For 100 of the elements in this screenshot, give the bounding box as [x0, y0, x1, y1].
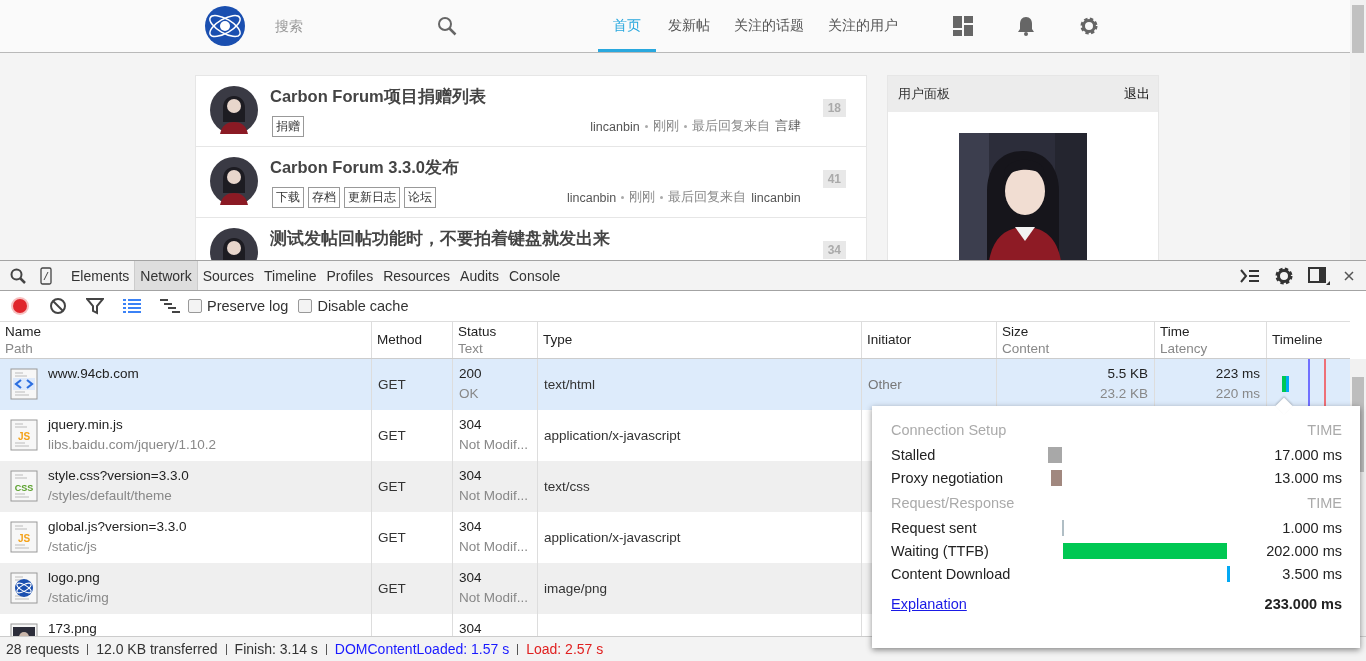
- checkbox-box[interactable]: [188, 298, 202, 313]
- bell-icon[interactable]: [1016, 16, 1036, 36]
- status-text: 12.0 KB transferred: [96, 641, 218, 658]
- panel-tab[interactable]: Resources: [378, 261, 456, 290]
- panel-title: 用户面板: [898, 85, 950, 103]
- column-header[interactable]: Type: [538, 321, 862, 358]
- status-text: 28 requests: [6, 641, 80, 658]
- initiator-cell: Other: [868, 376, 902, 392]
- status-code: 304: [459, 620, 482, 637]
- request-name: www.94cb.com: [48, 365, 139, 382]
- tag[interactable]: 更新日志: [344, 187, 400, 208]
- phase-time: 3.500 ms: [1281, 565, 1342, 582]
- status-text: Finish: 3.14 s: [234, 641, 318, 658]
- status-text: Not Modif...: [459, 436, 529, 453]
- dock-icon[interactable]: [1308, 265, 1330, 286]
- overview-icon[interactable]: [160, 298, 180, 313]
- column-header[interactable]: Method: [372, 321, 453, 358]
- column-header[interactable]: Size Content: [997, 321, 1155, 358]
- checkbox[interactable]: Preserve log: [188, 297, 289, 314]
- close-icon[interactable]: [1344, 270, 1354, 281]
- phase-time: 13.000 ms: [1273, 469, 1342, 486]
- author-link[interactable]: lincanbin: [590, 119, 640, 134]
- author-link[interactable]: lincanbin: [566, 190, 617, 205]
- phase-label: Content Download: [891, 565, 1012, 582]
- record-icon[interactable]: [10, 295, 30, 316]
- file-icon: CSS: [10, 469, 38, 502]
- filter-icon[interactable]: [86, 296, 104, 315]
- column-header[interactable]: Status Text: [453, 321, 538, 358]
- tag[interactable]: 下载: [272, 187, 304, 208]
- file-icon: JS: [10, 418, 38, 451]
- request-row[interactable]: www.94cb.com GET 200 OK text/html Other 5.5 KB 23.2 KB 223 ms 220 ms: [0, 358, 1350, 410]
- explanation-link[interactable]: Explanation: [891, 595, 1048, 612]
- request-name: 173.png: [48, 620, 97, 637]
- nav-link[interactable]: 关注的用户: [816, 0, 910, 52]
- request-name: style.css?version=3.3.0: [48, 467, 189, 484]
- dashboard-icon[interactable]: [953, 16, 973, 36]
- device-icon[interactable]: [40, 266, 52, 285]
- tag[interactable]: 存档: [308, 187, 340, 208]
- status-code: 304: [459, 416, 483, 433]
- search-icon[interactable]: [10, 267, 26, 284]
- type-cell: text/html: [544, 376, 595, 392]
- avatar[interactable]: [210, 157, 258, 205]
- panel-tab[interactable]: Audits: [455, 261, 504, 290]
- logo-icon[interactable]: [205, 6, 245, 46]
- type-cell: application/x-javascript: [544, 427, 681, 443]
- phase-label: Waiting (TTFB): [891, 542, 990, 559]
- console-drawer-icon[interactable]: [1240, 268, 1260, 283]
- topic-title[interactable]: Carbon Forum项目捐赠列表: [270, 86, 801, 106]
- last-reply-label: 最后回复来自: [668, 189, 747, 206]
- page-scrollbar[interactable]: [1350, 0, 1366, 260]
- phase-time: 17.000 ms: [1273, 446, 1342, 463]
- content-size: 23.2 KB: [1099, 385, 1148, 402]
- settings-icon[interactable]: [1079, 16, 1099, 36]
- panel-tab[interactable]: Elements: [66, 261, 135, 290]
- panel-tab[interactable]: Profiles: [321, 261, 379, 290]
- time-cell: 223 ms: [1215, 365, 1260, 382]
- panel-tab[interactable]: Timeline: [259, 261, 322, 290]
- request-name: logo.png: [48, 569, 101, 586]
- search-field[interactable]: 搜索: [275, 18, 435, 34]
- status-code: 304: [459, 467, 483, 484]
- clear-icon[interactable]: [49, 296, 67, 315]
- avatar[interactable]: [210, 86, 258, 134]
- post-time: 刚刚: [629, 189, 656, 206]
- last-reply-user[interactable]: 言肆: [774, 118, 801, 135]
- nav-link[interactable]: 关注的话题: [722, 0, 816, 52]
- panel-tab[interactable]: Console: [504, 261, 566, 290]
- panel-tab[interactable]: Network: [134, 261, 198, 290]
- type-cell: image/png: [544, 580, 608, 596]
- file-icon: JS: [10, 520, 38, 553]
- phase-time: 202.000 ms: [1265, 542, 1342, 559]
- status-code: 304: [459, 569, 483, 586]
- post-time: 刚刚: [652, 118, 679, 135]
- last-reply-user[interactable]: lincanbin: [751, 190, 801, 205]
- reply-count: 18: [822, 99, 846, 117]
- status-text: Not Modif...: [459, 538, 529, 555]
- topic-title[interactable]: 测试发帖回帖功能时，不要拍着键盘就发出来: [270, 228, 801, 248]
- logout-link[interactable]: 退出: [1124, 85, 1150, 103]
- search-icon[interactable]: [437, 16, 457, 36]
- checkbox-box[interactable]: [298, 298, 313, 313]
- request-path: /static/js: [48, 538, 98, 555]
- column-header[interactable]: Time Latency: [1155, 321, 1267, 358]
- file-icon: [10, 367, 38, 400]
- topic-title[interactable]: Carbon Forum 3.3.0发布: [270, 157, 801, 177]
- method-cell: GET: [378, 580, 406, 596]
- status-text: Not Modif...: [459, 487, 529, 504]
- column-header[interactable]: Name Path: [0, 321, 372, 358]
- request-path: libs.baidu.com/jquery/1.10.2: [48, 436, 217, 453]
- type-cell: text/css: [544, 478, 590, 494]
- checkbox[interactable]: Disable cache: [298, 297, 409, 314]
- list-view-icon[interactable]: [123, 298, 141, 313]
- tag[interactable]: 捐赠: [272, 116, 304, 137]
- checkbox-label: Disable cache: [317, 297, 409, 314]
- timeline-bar: [1282, 376, 1289, 393]
- column-header[interactable]: Timeline: [1267, 321, 1350, 358]
- nav-link[interactable]: 发新帖: [656, 0, 722, 52]
- tag[interactable]: 论坛: [404, 187, 436, 208]
- settings-icon[interactable]: [1274, 265, 1294, 286]
- column-header[interactable]: Initiator: [862, 321, 997, 358]
- panel-tab[interactable]: Sources: [197, 261, 260, 290]
- total-time: 233.000 ms: [1263, 595, 1342, 612]
